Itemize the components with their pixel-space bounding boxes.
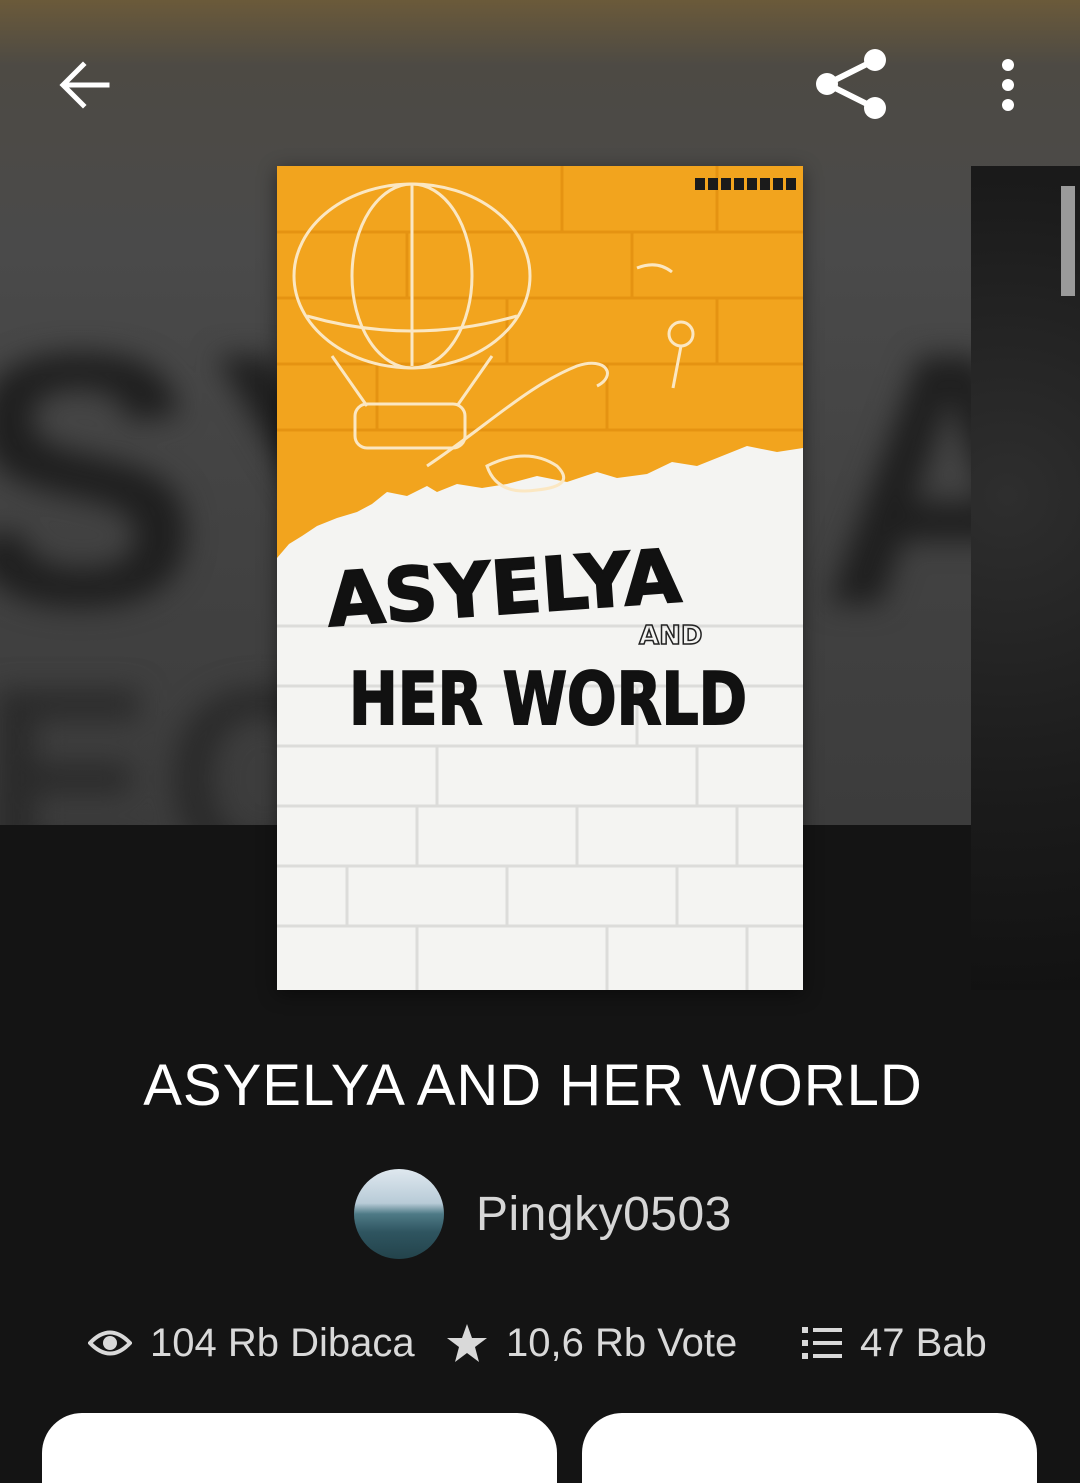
arrow-left-icon — [59, 61, 110, 109]
stat-chapters-label: 47 Bab — [860, 1320, 987, 1365]
book-cover[interactable]: ASYELYA AND HER WORLD — [277, 166, 803, 990]
eye-icon — [88, 1328, 132, 1358]
star-icon — [446, 1323, 488, 1363]
stat-reads: 104 Rb Dibaca — [88, 1305, 415, 1381]
stat-reads-label: 104 Rb Dibaca — [150, 1320, 415, 1365]
book-stats: 104 Rb Dibaca 10,6 Rb Vote 47 Bab — [0, 1305, 1080, 1385]
cover-title-and: AND — [639, 621, 702, 651]
author-name[interactable]: Pingky0503 — [476, 1187, 732, 1242]
stat-votes-label: 10,6 Rb Vote — [506, 1320, 738, 1365]
stat-chapters: 47 Bab — [802, 1305, 987, 1381]
next-book-cover[interactable] — [971, 166, 1080, 990]
more-options-button[interactable] — [978, 45, 1038, 125]
cover-artwork: ASYELYA AND HER WORLD — [277, 166, 803, 990]
cover-title-line2: HER WORLD — [349, 657, 747, 741]
list-icon — [802, 1326, 842, 1360]
top-app-bar — [0, 0, 1080, 165]
book-title: ASYELYA AND HER WORLD — [143, 1053, 923, 1118]
author-avatar[interactable] — [354, 1169, 444, 1259]
author-row[interactable]: Pingky0503 — [354, 1168, 732, 1260]
share-button[interactable] — [805, 38, 897, 130]
secondary-action-button[interactable] — [582, 1413, 1037, 1483]
stat-votes: 10,6 Rb Vote — [446, 1305, 737, 1381]
more-vertical-icon — [1002, 59, 1014, 111]
primary-action-button[interactable] — [42, 1413, 557, 1483]
back-button[interactable] — [40, 40, 130, 130]
share-icon — [816, 49, 886, 119]
